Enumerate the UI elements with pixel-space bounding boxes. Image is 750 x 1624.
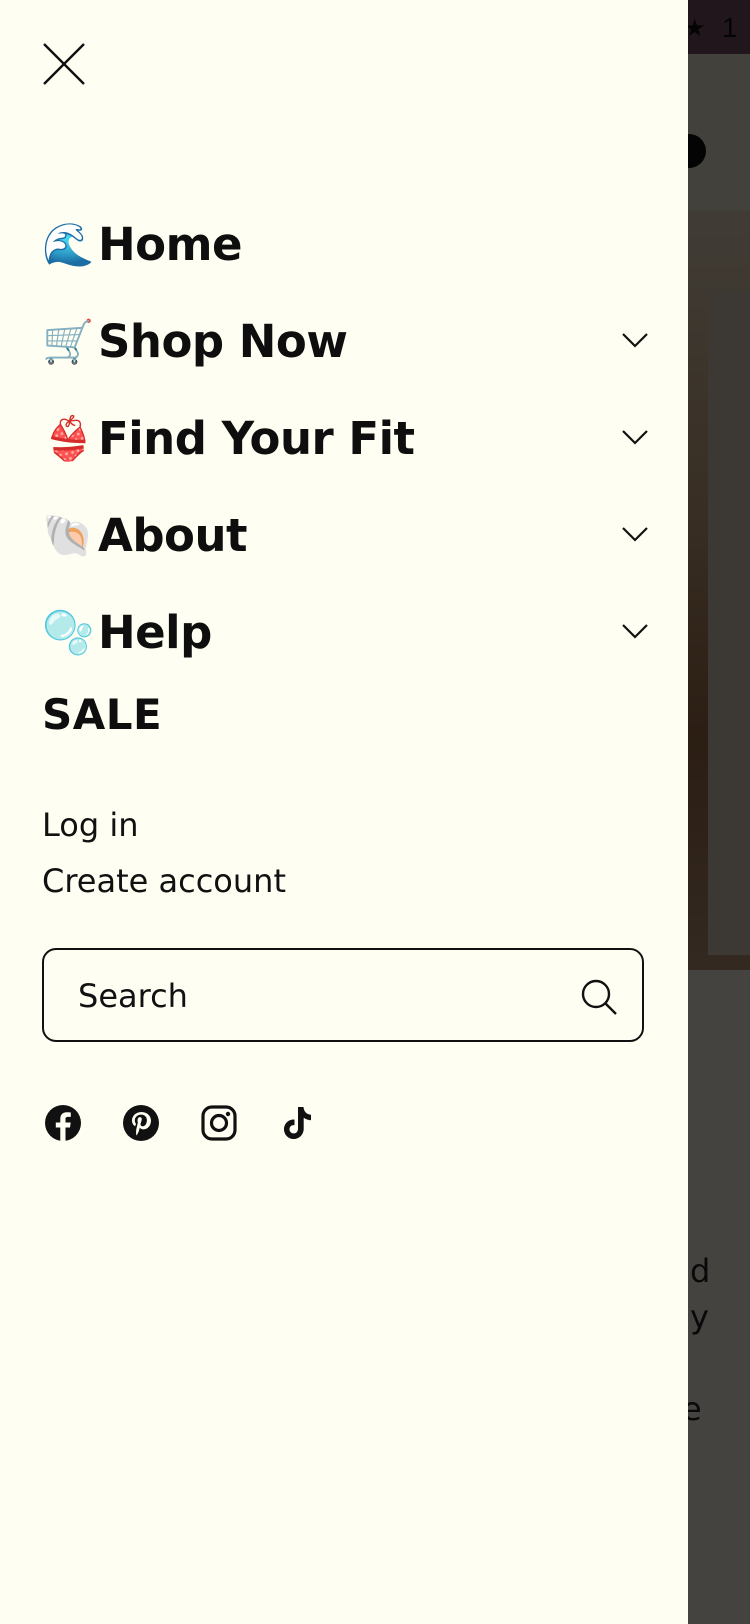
login-link[interactable]: Log in (42, 806, 139, 844)
social-links (44, 1104, 316, 1142)
nav-item-label: Find Your Fit (98, 412, 415, 465)
facebook-icon[interactable] (44, 1104, 82, 1142)
main-nav: 🌊 Home 🛒 Shop Now 👙 Find Your Fit 🐚 Abou… (42, 196, 650, 681)
nav-item-find-your-fit[interactable]: 👙 Find Your Fit (42, 390, 650, 487)
close-icon (43, 43, 85, 85)
menu-drawer: 🌊 Home 🛒 Shop Now 👙 Find Your Fit 🐚 Abou… (0, 0, 688, 1624)
nav-item-help[interactable]: 🫧 Help (42, 584, 650, 681)
nav-item-about[interactable]: 🐚 About (42, 487, 650, 584)
create-account-link[interactable]: Create account (42, 862, 286, 900)
pinterest-icon[interactable] (122, 1104, 160, 1142)
search-input[interactable] (76, 950, 540, 1042)
close-button[interactable] (40, 40, 88, 88)
shell-icon: 🐚 (42, 510, 95, 560)
bikini-icon: 👙 (42, 413, 95, 463)
chevron-down-icon[interactable] (620, 422, 650, 452)
nav-item-home[interactable]: 🌊 Home (42, 196, 650, 293)
nav-item-label: Shop Now (98, 315, 348, 368)
instagram-icon[interactable] (200, 1104, 238, 1142)
wave-icon: 🌊 (42, 219, 95, 269)
tiktok-icon[interactable] (278, 1104, 316, 1142)
nav-item-sale[interactable]: SALE (42, 690, 162, 739)
cart-icon: 🛒 (42, 316, 95, 366)
nav-item-label: Home (98, 218, 243, 271)
nav-item-label: About (98, 509, 248, 562)
bubbles-icon: 🫧 (42, 607, 95, 657)
chevron-down-icon[interactable] (620, 519, 650, 549)
chevron-down-icon[interactable] (620, 325, 650, 355)
chevron-down-icon[interactable] (620, 616, 650, 646)
nav-item-shop-now[interactable]: 🛒 Shop Now (42, 293, 650, 390)
nav-item-label: Help (98, 606, 212, 659)
search-box (42, 948, 644, 1042)
search-icon[interactable] (580, 978, 618, 1016)
